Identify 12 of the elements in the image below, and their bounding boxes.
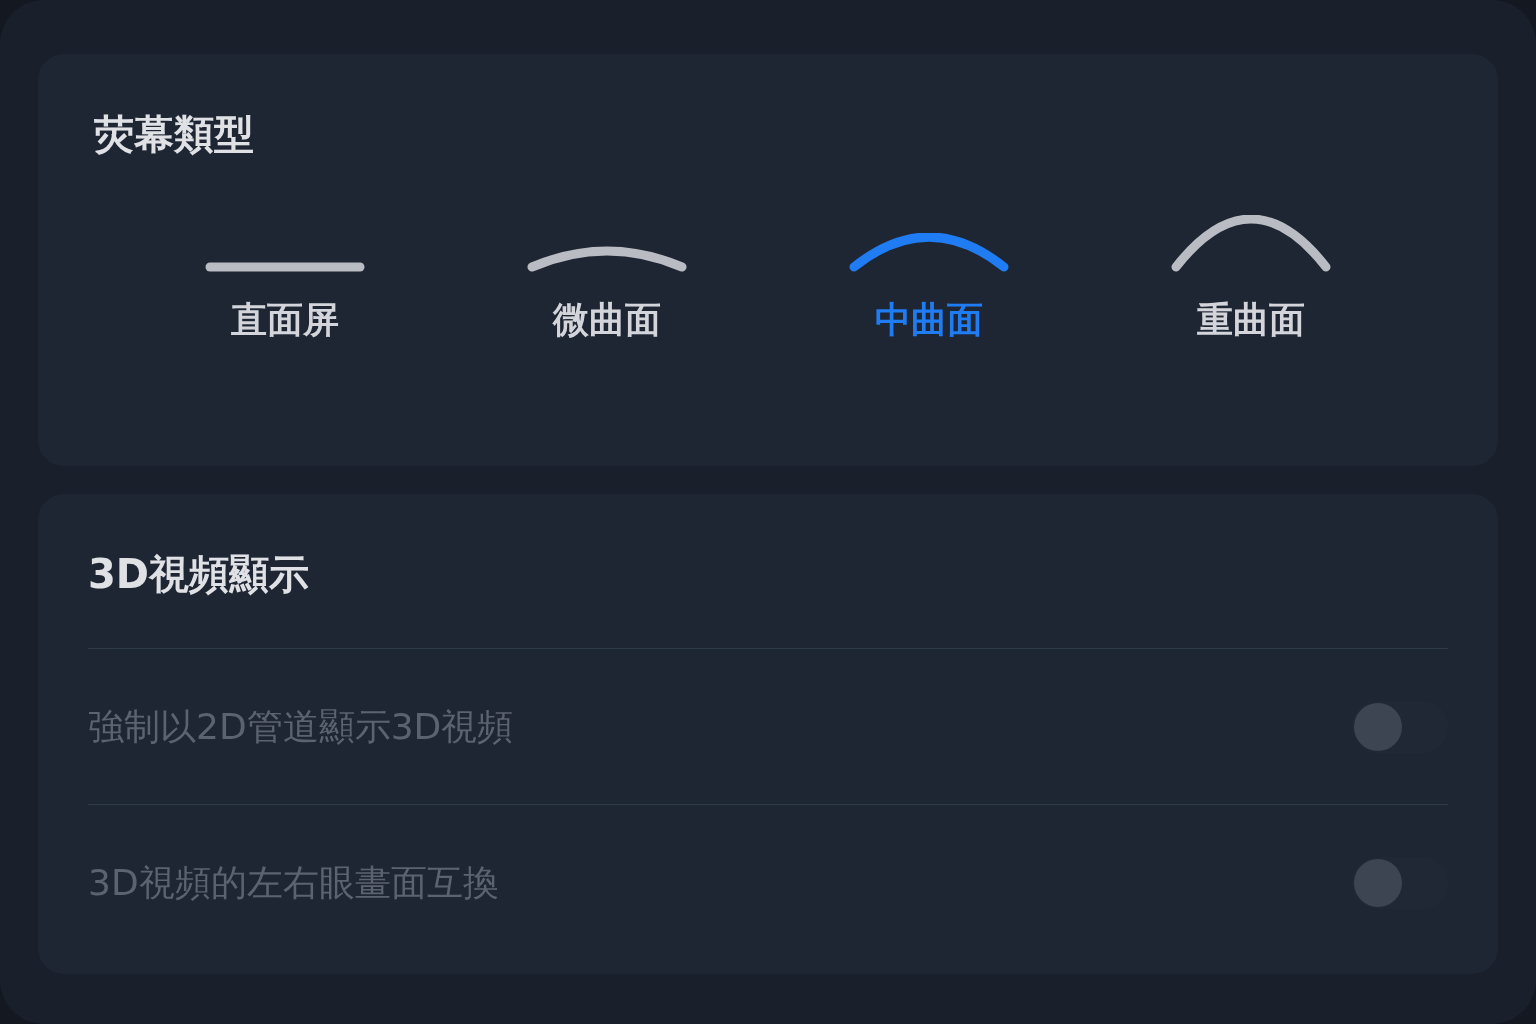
curve-icon: [1171, 215, 1331, 272]
screen-type-option[interactable]: 直面屏: [124, 214, 446, 344]
screen-type-option[interactable]: 中曲面: [768, 214, 1090, 344]
curve-icon: [849, 233, 1009, 272]
section-title: 3D視頻顯示: [88, 544, 1448, 649]
setting-label: 強制以2D管道顯示3D視頻: [88, 704, 514, 749]
section-title: 荧幕類型: [94, 110, 255, 159]
screen-type-option[interactable]: 重曲面: [1090, 214, 1412, 344]
curve-icon: [205, 262, 365, 272]
setting-label: 3D視頻的左右眼畫面互換: [88, 861, 499, 905]
screen-type-option[interactable]: 微曲面: [446, 214, 768, 344]
curve-icon: [527, 243, 687, 272]
